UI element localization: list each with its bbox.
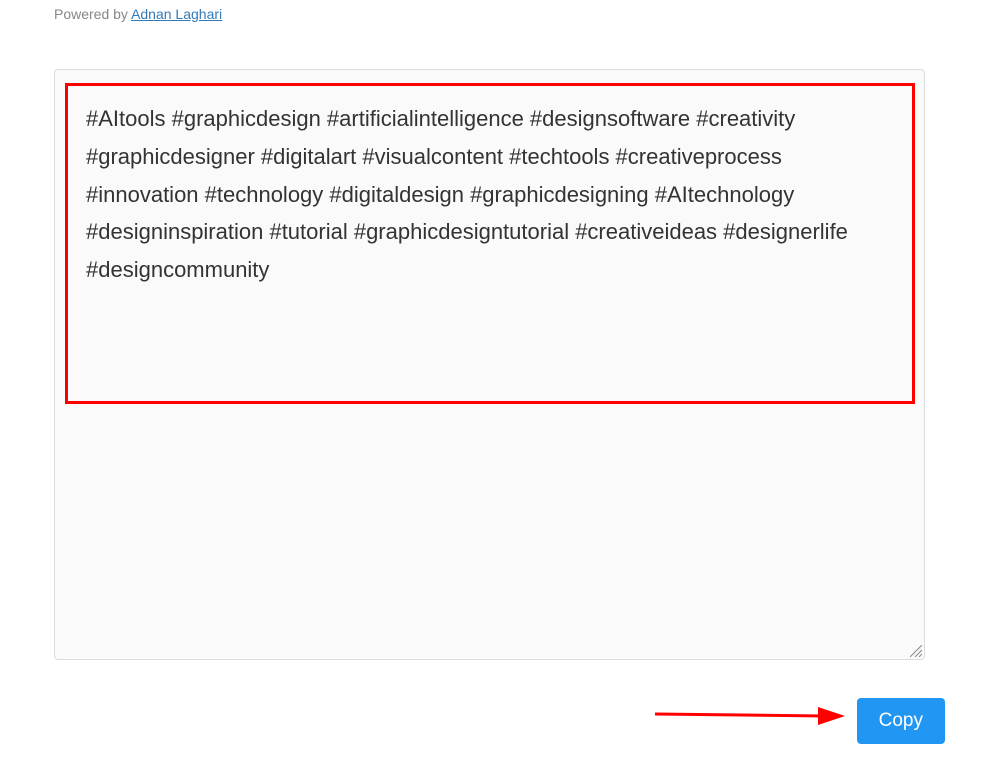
copy-button[interactable]: Copy (857, 698, 945, 744)
output-textarea[interactable]: #AItools #graphicdesign #artificialintel… (54, 69, 925, 660)
highlight-box-annotation: #AItools #graphicdesign #artificialintel… (65, 83, 915, 404)
powered-by-prefix: Powered by (54, 6, 131, 22)
powered-by-link[interactable]: Adnan Laghari (131, 6, 222, 22)
hashtag-output-text: #AItools #graphicdesign #artificialintel… (86, 100, 894, 289)
resize-handle-icon[interactable] (910, 645, 922, 657)
powered-by-label: Powered by Adnan Laghari (54, 6, 222, 22)
arrow-annotation-icon (650, 704, 850, 734)
